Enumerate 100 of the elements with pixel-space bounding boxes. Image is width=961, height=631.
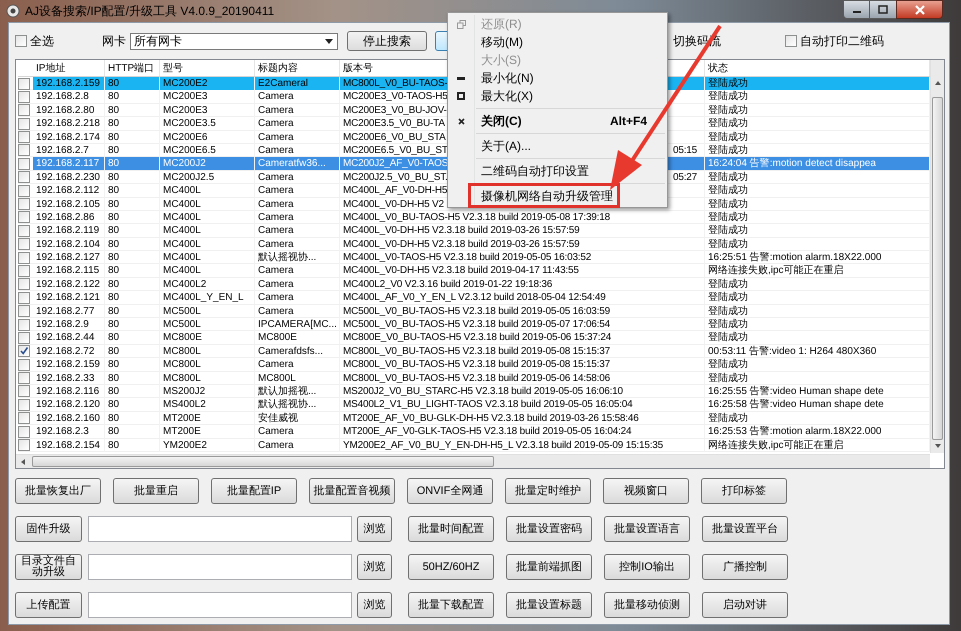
- checkbox[interactable]: [18, 90, 30, 103]
- checkbox[interactable]: [18, 292, 30, 304]
- browse-button[interactable]: 浏览: [357, 592, 392, 618]
- checkbox[interactable]: [18, 104, 30, 116]
- vertical-scrollbar[interactable]: [930, 60, 944, 453]
- checkbox[interactable]: [18, 345, 30, 358]
- checkbox[interactable]: [785, 35, 797, 47]
- status-cell: 16:24:04 告警:motion detect disappea: [705, 157, 930, 170]
- ip-cell: 192.168.2.44: [33, 331, 105, 344]
- port-cell: 80: [105, 358, 160, 372]
- action-button[interactable]: 批量设置标题: [506, 592, 592, 618]
- port-cell: 80: [105, 104, 160, 117]
- port-cell: 80: [105, 117, 160, 130]
- file-path-field[interactable]: [88, 592, 352, 618]
- menu-item[interactable]: 二维码自动打印设置: [448, 162, 667, 180]
- action-button[interactable]: 批量前端抓图: [506, 554, 592, 580]
- file-path-field[interactable]: [88, 516, 352, 542]
- checkbox[interactable]: [18, 439, 30, 452]
- model-cell: YM200E2: [160, 438, 255, 452]
- action-button[interactable]: 批量配置音视频: [309, 478, 395, 504]
- version-text: MC400L_AF_V0-DH-H5: [343, 185, 448, 196]
- checkbox[interactable]: [18, 224, 30, 237]
- menu-item[interactable]: 关于(A)...: [448, 137, 667, 155]
- action-button[interactable]: ONVIF全网通: [407, 478, 493, 504]
- menu-item[interactable]: 关闭(C) Alt+F4: [448, 112, 667, 130]
- checkbox[interactable]: [18, 385, 30, 398]
- checkbox[interactable]: [18, 238, 30, 250]
- column-header[interactable]: 型号: [160, 60, 255, 76]
- version-text: MT200E_AF_V0_BU-GLK-DH-H5 V2.3.18 build 2019-03-26 15:58:46: [343, 412, 639, 424]
- checkbox[interactable]: [18, 278, 30, 290]
- checkbox[interactable]: [18, 184, 30, 197]
- checkbox[interactable]: [18, 211, 30, 224]
- checkbox[interactable]: [18, 252, 30, 264]
- scroll-thumb[interactable]: [32, 456, 494, 467]
- file-path-field[interactable]: [88, 554, 352, 580]
- action-button[interactable]: 控制IO输出: [604, 554, 690, 580]
- browse-button[interactable]: 浏览: [357, 554, 392, 580]
- port-cell: 80: [105, 210, 160, 224]
- action-button[interactable]: 启动对讲: [702, 592, 788, 618]
- checkbox[interactable]: [18, 118, 30, 130]
- action-button[interactable]: 批量设置密码: [506, 516, 592, 542]
- network-card-dropdown[interactable]: 所有网卡: [130, 32, 338, 50]
- checkbox[interactable]: [18, 332, 30, 344]
- column-header[interactable]: HTTP端口: [105, 60, 160, 76]
- checkbox[interactable]: [18, 398, 30, 411]
- checkbox[interactable]: [18, 318, 30, 331]
- checkbox[interactable]: [18, 372, 30, 384]
- model-cell: MC500L: [160, 304, 255, 318]
- checkbox[interactable]: [18, 78, 30, 90]
- checkbox[interactable]: [18, 171, 30, 184]
- action-button[interactable]: 打印标签: [701, 478, 787, 504]
- menu-item[interactable]: 摄像机网络自动升级管理: [448, 187, 667, 205]
- checkbox[interactable]: [18, 144, 30, 156]
- checkbox[interactable]: [18, 131, 30, 144]
- action-button[interactable]: 广播控制: [702, 554, 788, 580]
- version-text: MC400L_V0-TAOS-H5 V2.3.18 build 2019-05-05 16:03:52: [343, 252, 592, 264]
- action-button[interactable]: 批量移动侦测: [604, 592, 690, 618]
- ip-cell: 192.168.2.116: [33, 384, 105, 398]
- version-text: MC500L_V0_BU-TAOS-H5 V2.3.18 build 2019-05-05 16:03:59: [343, 306, 610, 317]
- title-cell: 默认加摇视...: [255, 384, 340, 398]
- checkbox[interactable]: [18, 358, 30, 371]
- file-action-button[interactable]: 目录文件自动升级: [15, 554, 82, 580]
- version-text: MC200E3.5_V0_BU-TA: [343, 118, 445, 130]
- checkbox[interactable]: [18, 158, 30, 170]
- browse-button[interactable]: 浏览: [357, 516, 392, 542]
- model-cell: MC400L: [160, 251, 255, 264]
- action-button[interactable]: 视频窗口: [603, 478, 689, 504]
- action-button[interactable]: 批量定时维护: [505, 478, 591, 504]
- model-cell: MC400L: [160, 210, 255, 224]
- action-button[interactable]: 批量时间配置: [408, 516, 494, 542]
- ip-cell: 192.168.2.122: [33, 278, 105, 291]
- action-button[interactable]: 批量设置语言: [604, 516, 690, 542]
- column-header[interactable]: 标题内容: [255, 60, 340, 76]
- minimize-button[interactable]: [843, 0, 870, 19]
- action-button[interactable]: 批量下载配置: [408, 592, 494, 618]
- model-cell: MC800L: [160, 358, 255, 372]
- menu-item[interactable]: 移动(M): [448, 33, 667, 51]
- menu-item[interactable]: 最小化(N): [448, 69, 667, 87]
- file-action-button[interactable]: 固件升级: [15, 516, 82, 542]
- maximize-button[interactable]: [870, 0, 896, 19]
- action-button[interactable]: 批量恢复出厂: [15, 478, 101, 504]
- close-button[interactable]: [896, 0, 943, 19]
- title-cell: Camera: [255, 425, 340, 438]
- checkbox[interactable]: [15, 35, 27, 47]
- checkbox[interactable]: [18, 198, 30, 210]
- checkbox[interactable]: [18, 264, 30, 277]
- column-header[interactable]: IP地址: [33, 60, 105, 76]
- checkbox[interactable]: [18, 426, 30, 438]
- checkbox[interactable]: [18, 412, 30, 424]
- action-button[interactable]: 批量重启: [113, 478, 199, 504]
- stop-search-button[interactable]: 停止搜索: [347, 31, 427, 51]
- ip-cell: 192.168.2.117: [33, 157, 105, 170]
- action-button[interactable]: 50HZ/60HZ: [408, 554, 494, 580]
- action-button[interactable]: 批量配置IP: [211, 478, 297, 504]
- menu-item[interactable]: 最大化(X): [448, 87, 667, 105]
- scroll-thumb[interactable]: [932, 97, 943, 440]
- checkbox[interactable]: [18, 305, 30, 318]
- action-button[interactable]: 批量设置平台: [702, 516, 788, 542]
- file-action-button[interactable]: 上传配置: [15, 592, 82, 618]
- horizontal-scrollbar[interactable]: [16, 454, 930, 468]
